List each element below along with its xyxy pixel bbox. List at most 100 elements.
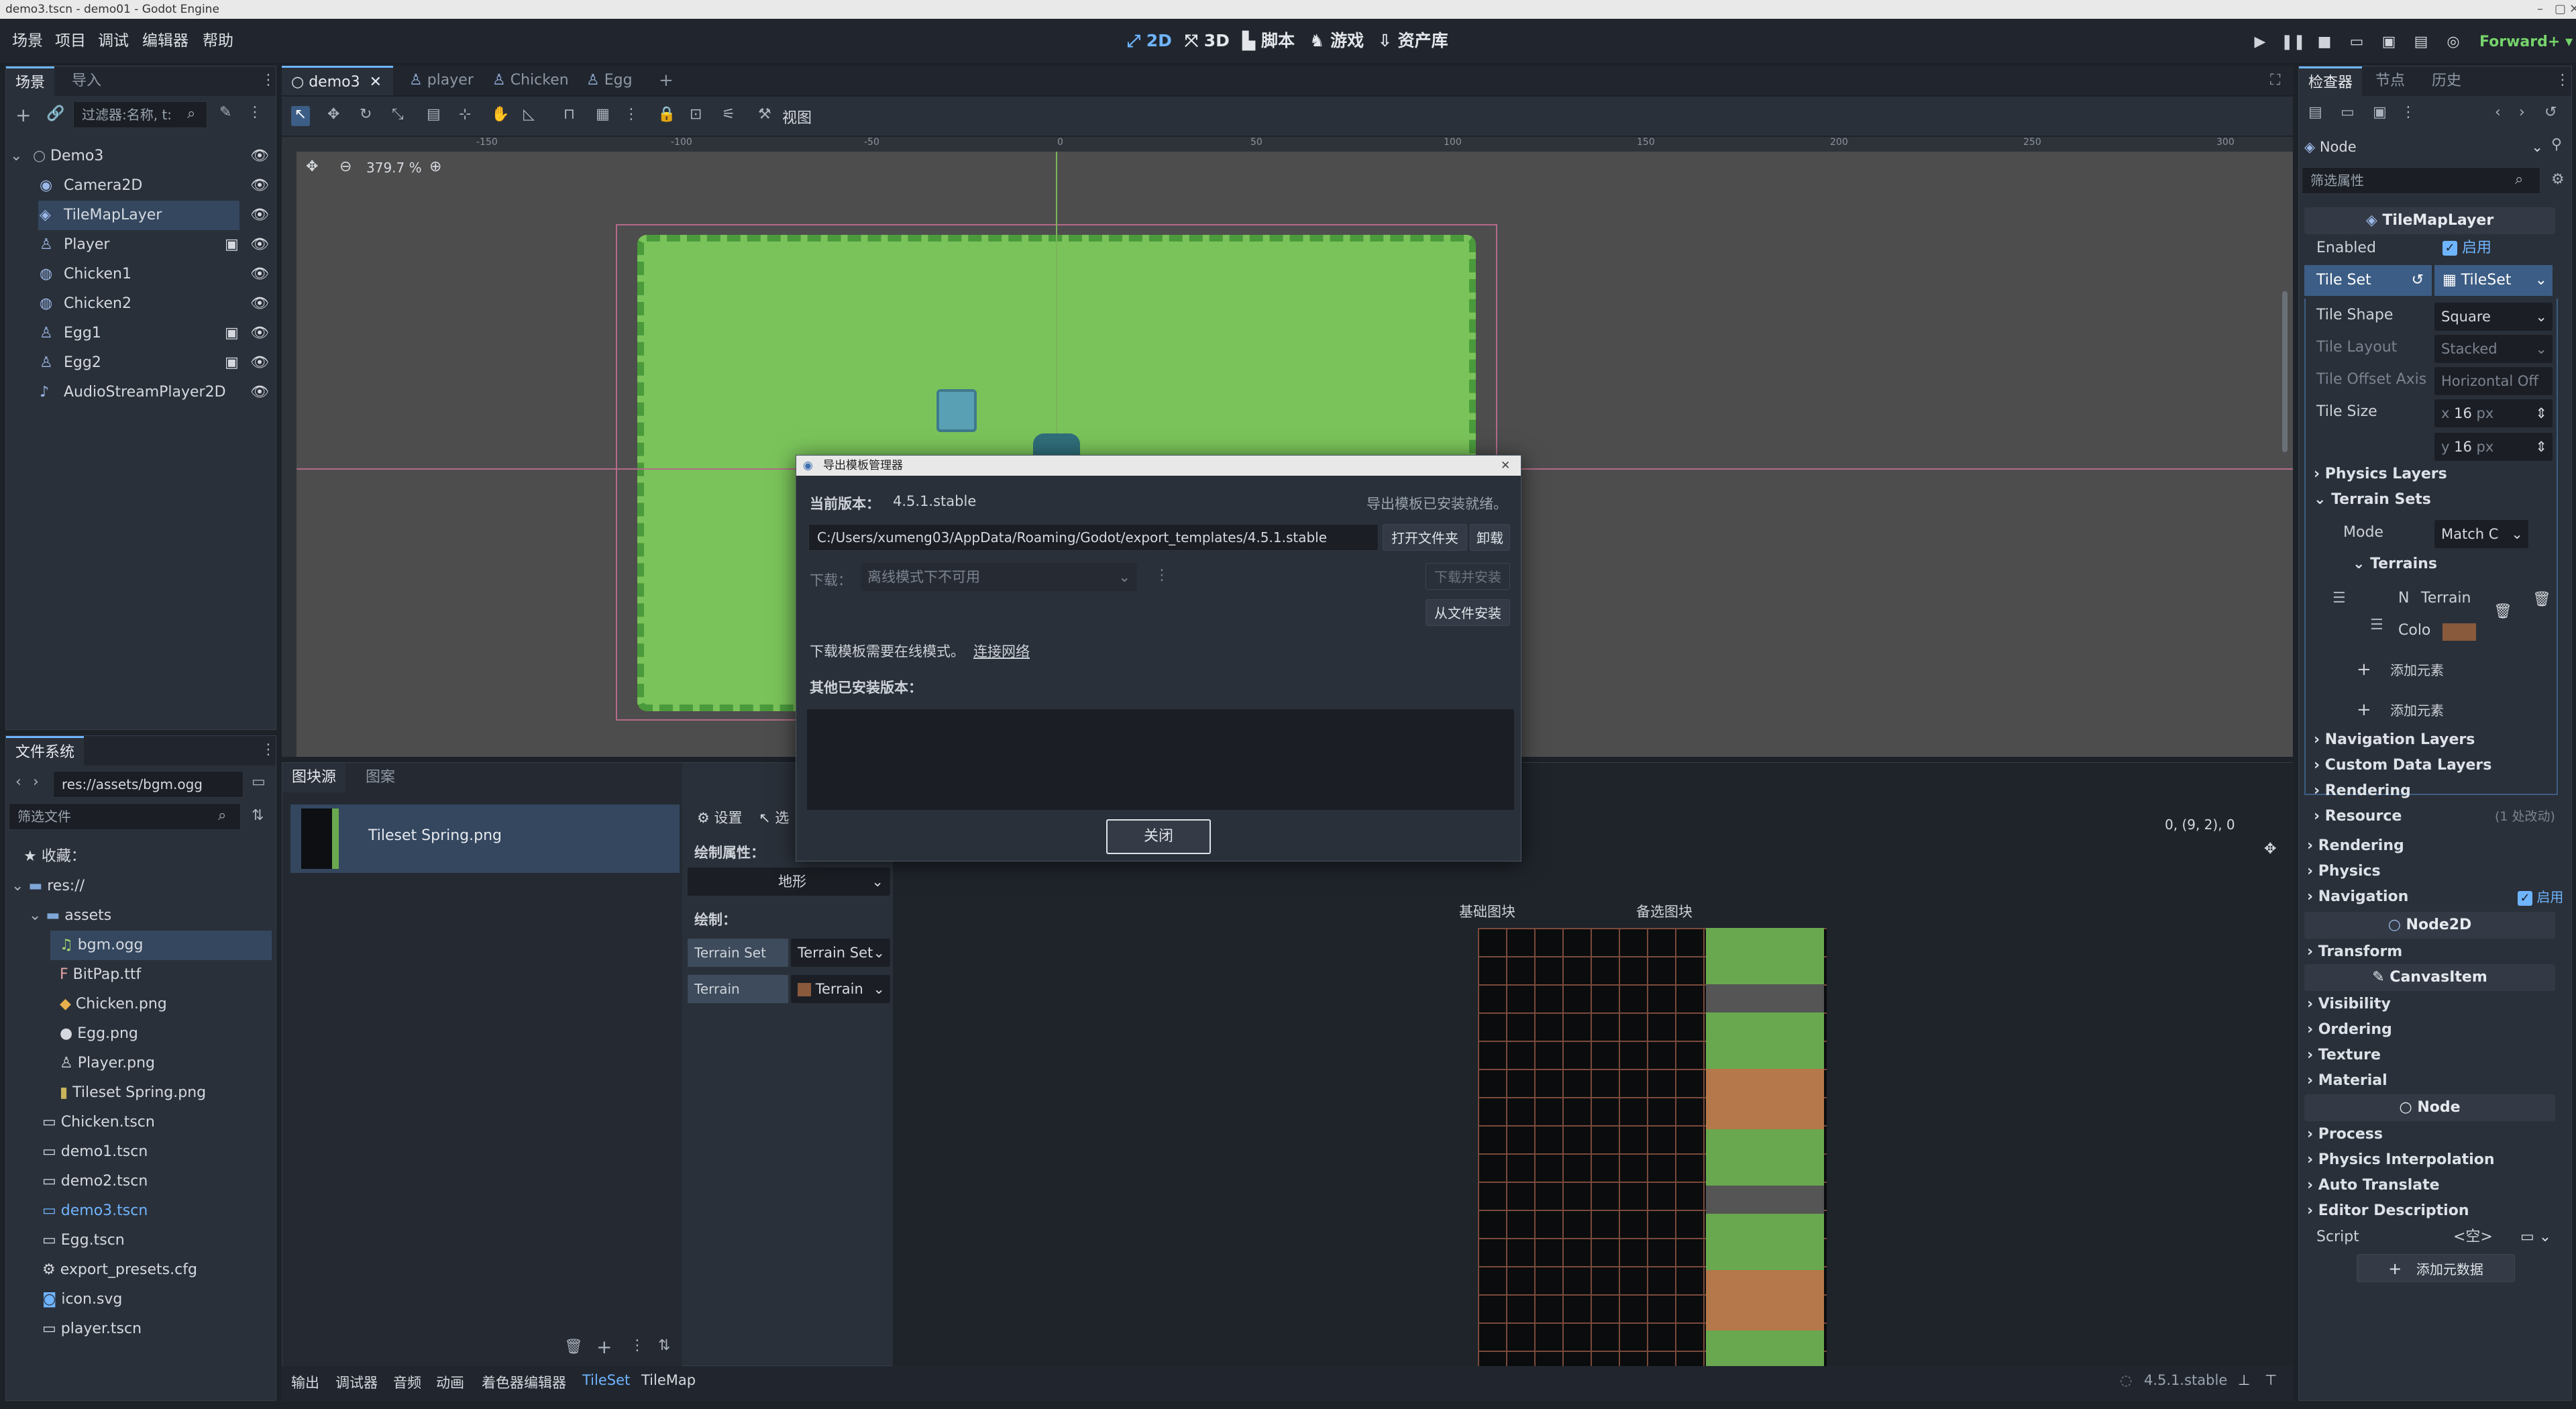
fs-res-root[interactable]: ⌄ ▬ res:// bbox=[11, 872, 85, 901]
bottom-tab-output[interactable]: 输出 bbox=[291, 1372, 319, 1392]
fs-egg-png[interactable]: ● Egg.png bbox=[60, 1019, 138, 1049]
bottom-tab-animation[interactable]: 动画 bbox=[436, 1372, 464, 1392]
tree-node-egg2[interactable]: ♙ Egg2 ▣ 👁 bbox=[6, 348, 277, 378]
zoom-in-icon[interactable]: ⊕ bbox=[429, 158, 441, 175]
section-navigation[interactable]: › Navigation bbox=[2307, 884, 2408, 910]
terrain-name[interactable]: Terrain bbox=[2421, 583, 2471, 614]
add-terrain-button[interactable]: + 添加元素 bbox=[2357, 657, 2491, 682]
tree-node-tilemaplayer[interactable]: ◈ TileMapLayer bbox=[38, 201, 239, 230]
fs-player-tscn[interactable]: ▭ player.tscn bbox=[42, 1314, 142, 1344]
dock-menu-icon[interactable]: ⋮ bbox=[261, 741, 276, 758]
bottom-tab-shader[interactable]: 着色器编辑器 bbox=[482, 1372, 566, 1392]
tab-tile-sources[interactable]: 图块源 bbox=[282, 763, 346, 792]
tree-node-chicken1[interactable]: ◍ Chicken1 👁 bbox=[6, 260, 277, 289]
select-tool-icon[interactable]: ↖ bbox=[291, 106, 310, 126]
center-view-icon[interactable]: ✥ bbox=[306, 158, 318, 175]
tab-import[interactable]: 导入 bbox=[62, 66, 111, 96]
menu-help[interactable]: 帮助 bbox=[203, 28, 233, 54]
prop-tile-size-x[interactable]: x 16 px ⇕ bbox=[2434, 399, 2553, 427]
skeleton-icon[interactable]: ⚟ bbox=[722, 106, 735, 123]
fs-demo2-tscn[interactable]: ▭ demo2.tscn bbox=[42, 1167, 148, 1196]
add-source-icon[interactable]: + bbox=[596, 1336, 612, 1358]
tab-history[interactable]: 历史 bbox=[2422, 66, 2471, 96]
bottom-tab-audio[interactable]: 音频 bbox=[393, 1372, 421, 1392]
close-dialog-icon[interactable]: ✕ bbox=[1501, 456, 1510, 476]
menu-editor[interactable]: 编辑器 bbox=[142, 28, 189, 54]
dock-menu-icon[interactable]: ⋮ bbox=[261, 72, 276, 89]
smart-snap-icon[interactable]: ⊓ bbox=[564, 106, 575, 123]
add-terrain-set-button[interactable]: + 添加元素 bbox=[2357, 697, 2491, 723]
source-item[interactable]: Tileset Spring.png bbox=[290, 804, 680, 873]
connect-online-link[interactable]: 连接网络 bbox=[973, 641, 1030, 661]
tree-node-camera2d[interactable]: ◉ Camera2D 👁 bbox=[6, 171, 277, 201]
source-menu-icon[interactable]: ⋮ bbox=[630, 1337, 645, 1354]
install-from-file-button[interactable]: 从文件安装 bbox=[1426, 599, 1510, 626]
tab-filesystem[interactable]: 文件系统 bbox=[6, 736, 85, 766]
prop-script-value[interactable]: <空> bbox=[2453, 1222, 2493, 1253]
fs-icon-svg[interactable]: ◙ icon.svg bbox=[42, 1285, 122, 1314]
tool-icon[interactable]: ⚒ bbox=[758, 106, 771, 123]
menu-scene[interactable]: 场景 bbox=[12, 28, 43, 54]
section-physics[interactable]: › Physics bbox=[2307, 858, 2381, 885]
add-node-icon[interactable]: + bbox=[15, 104, 31, 126]
script-attach-icon[interactable]: ✎ bbox=[219, 104, 231, 121]
section-transform[interactable]: › Transform bbox=[2307, 939, 2402, 966]
pin-icon[interactable]: ⊥ bbox=[2238, 1372, 2250, 1388]
menu-project[interactable]: 项目 bbox=[55, 28, 86, 54]
rotate-tool-icon[interactable]: ↻ bbox=[360, 106, 372, 123]
section-navigation-layers[interactable]: › Navigation Layers bbox=[2314, 727, 2475, 753]
drag-handle-icon[interactable]: ☰ bbox=[2370, 617, 2383, 633]
navigation-enabled-checkbox[interactable]: ✓ 启用 bbox=[2518, 884, 2563, 910]
fs-assets-folder[interactable]: ⌄ ▬ assets bbox=[29, 901, 111, 931]
terrain-color-swatch[interactable] bbox=[2443, 623, 2476, 641]
resource-menu-icon[interactable]: ⋮ bbox=[2401, 104, 2416, 121]
stop-icon[interactable]: ■ bbox=[2313, 31, 2336, 54]
prop-tile-offset-select[interactable]: Horizontal Off bbox=[2434, 367, 2553, 395]
renderer-select[interactable]: Forward+ ▾ bbox=[2479, 31, 2573, 54]
add-metadata-button[interactable]: + 添加元数据 bbox=[2357, 1254, 2515, 1282]
section-terrains[interactable]: ⌄ Terrains bbox=[2353, 551, 2437, 578]
favorites-row[interactable]: ★ 收藏： bbox=[23, 842, 86, 872]
tree-node-egg1[interactable]: ♙ Egg1 ▣ 👁 bbox=[6, 319, 277, 348]
play-custom-icon[interactable]: ▤ bbox=[2410, 31, 2432, 54]
tree-node-player[interactable]: ♙ Player ▣ 👁 bbox=[6, 230, 277, 260]
history-back-icon[interactable]: ‹ bbox=[2495, 104, 2501, 121]
mode-3d[interactable]: ⤧ 3D bbox=[1185, 28, 1230, 54]
prop-tile-layout-select[interactable]: Stacked ⌄ bbox=[2434, 335, 2553, 363]
sort-sources-icon[interactable]: ⇅ bbox=[658, 1337, 670, 1354]
terrain-mode-select[interactable]: 地形 ⌄ bbox=[688, 868, 890, 896]
uninstall-button[interactable]: 卸载 bbox=[1470, 524, 1510, 551]
close-button[interactable]: 关闭 bbox=[1106, 819, 1211, 854]
section-editor-description[interactable]: › Editor Description bbox=[2307, 1198, 2469, 1224]
back-icon[interactable]: ‹ bbox=[15, 774, 21, 790]
ruler-tool-icon[interactable]: ◺ bbox=[523, 106, 535, 123]
scale-tool-icon[interactable]: ⤡ bbox=[392, 106, 404, 123]
fs-demo3-tscn[interactable]: ▭ demo3.tscn bbox=[42, 1196, 148, 1226]
minimize-icon[interactable]: – bbox=[2537, 0, 2543, 19]
drag-handle-icon[interactable]: ☰ bbox=[2332, 590, 2346, 607]
tab-patterns[interactable]: 图案 bbox=[356, 763, 405, 792]
tab-player[interactable]: ♙ player bbox=[400, 66, 483, 95]
viewport-scrollbar[interactable] bbox=[2282, 291, 2288, 452]
distraction-free-icon[interactable]: ⛶ bbox=[2261, 66, 2290, 95]
play-scene-icon[interactable]: ▣ bbox=[2377, 31, 2400, 54]
file-filter-input[interactable]: 筛选文件 bbox=[9, 803, 241, 830]
section-process[interactable]: › Process bbox=[2307, 1121, 2383, 1148]
fs-chicken-tscn[interactable]: ▭ Chicken.tscn bbox=[42, 1108, 155, 1137]
visibility-icon[interactable]: 👁 bbox=[250, 201, 269, 230]
section-rendering[interactable]: › Rendering bbox=[2307, 833, 2404, 859]
save-resource-icon[interactable]: ▣ bbox=[2373, 104, 2387, 121]
delete-source-icon[interactable]: 🗑 bbox=[564, 1339, 583, 1355]
section-visibility[interactable]: › Visibility bbox=[2307, 991, 2391, 1018]
play-icon[interactable]: ▶ bbox=[2249, 31, 2271, 54]
mode-script[interactable]: ▙ 脚本 bbox=[1242, 28, 1295, 54]
tab-inspector[interactable]: 检查器 bbox=[2299, 66, 2363, 96]
delete-icon[interactable]: 🗑 bbox=[2493, 603, 2512, 620]
tab-egg[interactable]: ♙ Egg bbox=[577, 66, 642, 95]
section-terrain-sets[interactable]: ⌄ Terrain Sets bbox=[2314, 486, 2431, 513]
engine-version[interactable]: 4.5.1.stable bbox=[2144, 1372, 2227, 1388]
pivot-tool-icon[interactable]: ⊹ bbox=[459, 106, 471, 123]
section-texture[interactable]: › Texture bbox=[2307, 1042, 2381, 1069]
scene-menu-icon[interactable]: ⋮ bbox=[248, 104, 262, 121]
mode-assetlib[interactable]: ⇩ 资产库 bbox=[1378, 28, 1448, 54]
